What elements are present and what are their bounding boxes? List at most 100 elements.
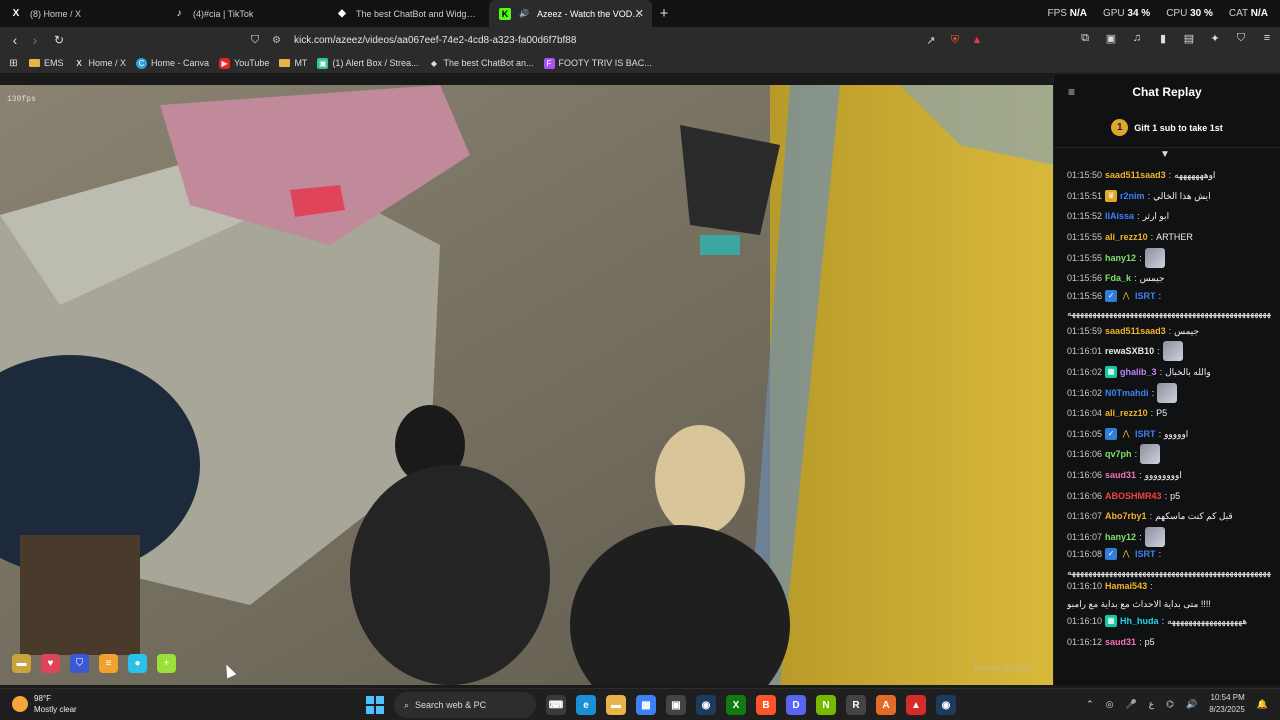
chat-username[interactable]: N0Tmahdi — [1105, 387, 1149, 399]
site-settings-icon[interactable]: ⚙ — [272, 35, 284, 46]
navigation-bar: ‹ › ↻ ⛉ ⚙ kick.com/azeez/videos/aa067eef… — [0, 27, 1280, 53]
wifi-icon[interactable]: ⌬ — [1166, 699, 1174, 710]
terminal-icon[interactable]: ⌨ — [546, 695, 566, 715]
chat-username[interactable]: ali_rezz10 — [1105, 407, 1148, 419]
extensions-icon[interactable]: ⧉ — [1078, 31, 1092, 45]
new-tab-button[interactable]: + — [652, 0, 676, 27]
xbox-icon[interactable]: X — [726, 695, 746, 715]
bookmark-icon[interactable]: ⛉ — [248, 33, 262, 47]
message-timestamp: 01:16:01 — [1067, 346, 1103, 357]
leo-ai-icon[interactable]: ✦ — [1208, 31, 1222, 45]
app-red-icon[interactable]: ▲ — [906, 695, 926, 715]
chat-username[interactable]: rewaSXB10 — [1105, 345, 1154, 357]
chat-username[interactable]: ISRT — [1135, 548, 1156, 560]
start-button[interactable] — [366, 696, 384, 714]
gift-leaderboard[interactable]: 1 Gift 1 sub to take 1st — [1054, 108, 1280, 148]
chat-username[interactable]: saud31 — [1105, 469, 1136, 481]
chat-username[interactable]: Hh_huda — [1120, 615, 1159, 627]
bookmark-mt[interactable]: MT — [279, 58, 307, 68]
tab-kick-vod[interactable]: K 🔊 Azeez - Watch the VOD on Ki ✕ — [489, 0, 652, 27]
bookmark-youtube[interactable]: ▶ YouTube — [219, 57, 269, 69]
chat-filter-icon[interactable]: ▼ — [1160, 149, 1170, 160]
address-bar[interactable]: ⚙ kick.com/azeez/videos/aa067eef-74e2-4c… — [272, 31, 992, 49]
chat-username[interactable]: saud31 — [1105, 636, 1136, 648]
collapse-chat-icon[interactable]: ≡ — [1068, 85, 1075, 99]
chat-username[interactable]: hany12 — [1105, 531, 1136, 543]
chat-message: 01:16:12 saud31: p5 — [1054, 632, 1280, 653]
sidebar-icon[interactable]: ▮ — [1156, 31, 1170, 45]
reload-icon[interactable]: ↻ — [49, 30, 69, 50]
chat-username[interactable]: ISRT — [1135, 290, 1156, 302]
message-text: اوهههههههه — [1174, 170, 1216, 181]
volume-icon[interactable]: 🔊 — [1186, 699, 1197, 710]
bookmark-alert-box[interactable]: ▣ (1) Alert Box / Strea... — [317, 57, 418, 69]
apps-grid-icon[interactable]: ⊞ — [8, 58, 19, 69]
nvidia-icon[interactable]: N — [816, 695, 836, 715]
back-arrow-icon[interactable]: ‹ — [5, 30, 25, 50]
store-icon[interactable]: ▦ — [636, 695, 656, 715]
brave-rewards-icon[interactable]: ▲ — [970, 33, 984, 47]
chat-username[interactable]: r2nim — [1120, 190, 1145, 202]
chat-username[interactable]: ghalib_3 — [1120, 366, 1157, 378]
video-player[interactable] — [0, 85, 1053, 685]
edge-icon[interactable]: e — [576, 695, 596, 715]
bookmark-canva[interactable]: C Home - Canva — [136, 57, 210, 69]
chat-username[interactable]: qv7ph — [1105, 448, 1132, 460]
cat-readout: CAT N/A — [1229, 8, 1268, 19]
brave-shield-icon[interactable]: ⛨ — [948, 33, 962, 47]
steam-alt-icon[interactable]: ◉ — [936, 695, 956, 715]
menu-icon[interactable]: ≡ — [1260, 31, 1274, 45]
chat-username[interactable]: Hamai543 — [1105, 580, 1147, 592]
bookmark-ems[interactable]: EMS — [29, 58, 64, 68]
separator: : — [1147, 190, 1151, 201]
chat-username[interactable]: Fda_k — [1105, 272, 1131, 284]
share-icon[interactable]: ↗ — [924, 33, 938, 47]
vpn-icon[interactable]: ⛉ — [1234, 31, 1248, 45]
chat-username[interactable]: ali_rezz10 — [1105, 231, 1148, 243]
bookmark-chatbot[interactable]: ◆ The best ChatBot an... — [428, 58, 534, 69]
weather-text: 98°F Mostly clear — [34, 693, 77, 715]
chat-username[interactable]: ABOSHMR43 — [1105, 490, 1162, 502]
tab-home-x[interactable]: X (8) Home / X — [0, 0, 163, 27]
bookmark-footy[interactable]: F FOOTY TRIV IS BAC... — [543, 57, 652, 69]
console-icon[interactable]: ▣ — [666, 695, 686, 715]
chat-username[interactable]: hany12 — [1105, 252, 1136, 264]
chat-title: Chat Replay — [1132, 84, 1202, 99]
forward-arrow-icon[interactable]: › — [25, 30, 45, 50]
bookmark-home-x[interactable]: X Home / X — [74, 58, 126, 69]
url-text[interactable]: kick.com/azeez/videos/aa067eef-74e2-4cd8… — [294, 35, 576, 46]
chat-message: 01:15:56 Fda_k: جيمس — [1054, 268, 1280, 289]
separator: : — [1137, 211, 1140, 222]
weather-widget[interactable]: 98°F Mostly clear — [12, 693, 77, 715]
media-icon[interactable]: ♫ — [1130, 31, 1144, 45]
discord-icon[interactable]: D — [786, 695, 806, 715]
chat-username[interactable]: saad511saad3 — [1105, 325, 1166, 337]
wallet-icon[interactable]: ▤ — [1182, 31, 1196, 45]
network-icon[interactable]: ◎ — [1106, 699, 1114, 710]
chat-username[interactable]: saad511saad3 — [1105, 169, 1166, 181]
clock[interactable]: 10:54 PM 8/23/2025 — [1209, 692, 1245, 716]
rockstar-icon[interactable]: R — [846, 695, 866, 715]
microphone-icon[interactable]: 🎤 — [1126, 699, 1137, 710]
chat-username[interactable]: ISRT — [1135, 428, 1156, 440]
app-a-icon[interactable]: A — [876, 695, 896, 715]
og-badge-icon: ⋀ — [1122, 549, 1130, 559]
brave-icon[interactable]: B — [756, 695, 776, 715]
tab-chatbot[interactable]: ◆ The best ChatBot and Widgets for Ki — [326, 0, 489, 27]
chevron-up-icon[interactable]: ⌃ — [1086, 699, 1094, 710]
chat-messages: 01:15:50 saad511saad3: اوهههههههه 01:15:51 ♛… — [1054, 165, 1280, 652]
separator: : — [1150, 232, 1154, 243]
tab-tiktok[interactable]: ♪ (4)#cia | TikTok — [163, 0, 326, 27]
language-indicator[interactable]: ع — [1149, 699, 1154, 710]
close-tab-icon[interactable]: ✕ — [635, 7, 644, 20]
steam-icon[interactable]: ◉ — [696, 695, 716, 715]
chat-username[interactable]: IIAissa — [1105, 210, 1134, 222]
footy-icon: F — [543, 57, 555, 69]
bookmark-label: Home - Canva — [151, 58, 210, 68]
chat-username[interactable]: Abo7rby1 — [1105, 510, 1147, 522]
screenshot-icon[interactable]: ▣ — [1104, 31, 1118, 45]
search-box[interactable]: ⌕ Search web & PC — [394, 692, 536, 718]
file-explorer-icon[interactable]: ▬ — [606, 695, 626, 715]
notifications-icon[interactable]: 🔔 — [1257, 699, 1268, 710]
speaker-icon[interactable]: 🔊 — [519, 8, 529, 20]
